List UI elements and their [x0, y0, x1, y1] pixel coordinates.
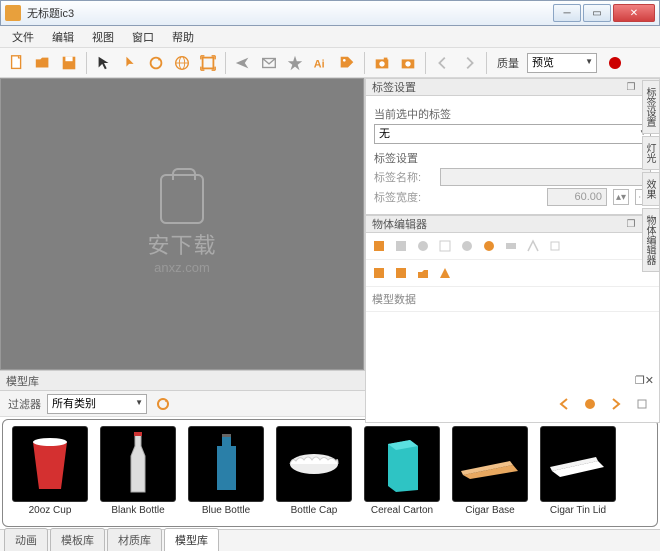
tag-name-input[interactable]	[440, 168, 651, 186]
camera-button[interactable]	[371, 52, 393, 74]
nav-next[interactable]	[606, 394, 626, 414]
rotate-tool[interactable]	[145, 52, 167, 74]
tag-settings-label: 标签设置	[374, 150, 651, 166]
tag-panel-header[interactable]: 标签设置 ❐ ✕	[365, 78, 660, 96]
quality-label: 质量	[497, 55, 519, 71]
nav-prev[interactable]	[554, 394, 574, 414]
ai-button[interactable]: Ai	[310, 52, 332, 74]
window-titlebar: 无标题ic3 ─ ▭ ✕	[0, 0, 660, 26]
tag-panel-title: 标签设置	[372, 79, 416, 95]
back-button[interactable]	[432, 52, 454, 74]
nav-more[interactable]	[632, 394, 652, 414]
pointer-tool[interactable]	[93, 52, 115, 74]
undock-icon[interactable]: ❐	[625, 81, 637, 93]
camera2-button[interactable]	[397, 52, 419, 74]
vtab-obj[interactable]: 物体编辑器	[642, 208, 660, 272]
model-lib-title: 模型库	[6, 373, 39, 389]
menu-window[interactable]: 窗口	[124, 27, 162, 47]
record-indicator[interactable]	[609, 57, 621, 69]
side-panels: 标签设置 ❐ ✕ 当前选中的标签 无 标签设置 标签名称: 标签宽度: ▴▾ ⋯…	[364, 78, 660, 370]
globe-tool[interactable]	[171, 52, 193, 74]
obj-btn-11[interactable]	[392, 264, 410, 282]
tab-template-lib[interactable]: 模板库	[50, 528, 105, 551]
svg-text:Ai: Ai	[314, 58, 325, 70]
new-button[interactable]	[6, 52, 28, 74]
vtab-tag[interactable]: 标签设置	[642, 80, 660, 134]
model-item[interactable]: Blue Bottle	[187, 426, 265, 520]
vtab-light[interactable]: 灯光	[642, 136, 660, 170]
window-title: 无标题ic3	[27, 5, 553, 21]
forward-button[interactable]	[458, 52, 480, 74]
obj-btn-8[interactable]	[524, 237, 542, 255]
obj-btn-7[interactable]	[502, 237, 520, 255]
app-icon	[5, 5, 21, 21]
menubar: 文件 编辑 视图 窗口 帮助	[0, 26, 660, 48]
model-item[interactable]: Blank Bottle	[99, 426, 177, 520]
nav-up[interactable]	[580, 394, 600, 414]
obj-btn-4[interactable]	[436, 237, 454, 255]
obj-btn-5[interactable]	[458, 237, 476, 255]
obj-btn-6[interactable]	[480, 237, 498, 255]
model-item[interactable]: 20oz Cup	[11, 426, 89, 520]
obj-btn-3[interactable]	[414, 237, 432, 255]
watermark: 安下载 anxz.com	[147, 174, 216, 275]
cursor-tool[interactable]	[119, 52, 141, 74]
obj-btn-9[interactable]	[546, 237, 564, 255]
3d-viewport[interactable]: 安下载 anxz.com	[0, 78, 364, 370]
bottom-tabs: 动画 模板库 材质库 模型库	[0, 529, 660, 551]
model-item[interactable]: Cigar Base	[451, 426, 529, 520]
model-item[interactable]: Cigar Tin Lid	[539, 426, 617, 520]
obj-btn-13[interactable]	[436, 264, 454, 282]
current-tag-select[interactable]: 无	[374, 124, 651, 144]
menu-view[interactable]: 视图	[84, 27, 122, 47]
send-button[interactable]	[232, 52, 254, 74]
model-lib-filter-bar: 过滤器 所有类别	[0, 391, 660, 417]
tab-material-lib[interactable]: 材质库	[107, 528, 162, 551]
obj-toolbar-row2	[366, 260, 659, 287]
tag-button[interactable]	[336, 52, 358, 74]
filter-refresh[interactable]	[153, 394, 173, 414]
obj-panel-header[interactable]: 物体编辑器 ❐ ✕	[365, 215, 660, 233]
menu-file[interactable]: 文件	[4, 27, 42, 47]
tab-model-lib[interactable]: 模型库	[164, 528, 219, 551]
tag-width-label: 标签宽度:	[374, 189, 434, 205]
tab-animation[interactable]: 动画	[4, 528, 48, 551]
model-data-label: 模型数据	[366, 287, 659, 312]
close-panel-icon-3[interactable]: ✕	[645, 374, 654, 387]
tag-width-input[interactable]	[547, 188, 607, 206]
obj-btn-10[interactable]	[370, 264, 388, 282]
undock-icon-2[interactable]: ❐	[625, 218, 637, 230]
current-tag-label: 当前选中的标签	[374, 106, 651, 122]
save-button[interactable]	[58, 52, 80, 74]
open-button[interactable]	[32, 52, 54, 74]
obj-btn-2[interactable]	[392, 237, 410, 255]
star-button[interactable]	[284, 52, 306, 74]
width-stepper[interactable]: ▴▾	[613, 189, 629, 205]
obj-toolbar-row1	[366, 233, 659, 260]
undock-icon-3[interactable]: ❐	[635, 374, 645, 387]
menu-edit[interactable]: 编辑	[44, 27, 82, 47]
close-button[interactable]: ✕	[613, 4, 655, 22]
quality-select[interactable]: 预览	[527, 53, 597, 73]
tag-panel-body: 当前选中的标签 无 标签设置 标签名称: 标签宽度: ▴▾ ⋯	[365, 96, 660, 215]
tag-name-label: 标签名称:	[374, 169, 434, 185]
model-item[interactable]: Bottle Cap	[275, 426, 353, 520]
obj-btn-12[interactable]	[414, 264, 432, 282]
mail-button[interactable]	[258, 52, 280, 74]
model-items-strip[interactable]: 20oz Cup Blank Bottle Blue Bottle Bottle…	[2, 419, 658, 527]
model-library: 模型库 ❐ ✕ 过滤器 所有类别 20oz Cup Blank Bottle B…	[0, 370, 660, 527]
model-item[interactable]: Cereal Carton	[363, 426, 441, 520]
minimize-button[interactable]: ─	[553, 4, 581, 22]
filter-label: 过滤器	[8, 396, 41, 412]
main-toolbar: Ai 质量 预览	[0, 48, 660, 78]
menu-help[interactable]: 帮助	[164, 27, 202, 47]
filter-select[interactable]: 所有类别	[47, 394, 147, 414]
obj-btn-1[interactable]	[370, 237, 388, 255]
vtab-effect[interactable]: 效果	[642, 172, 660, 206]
frame-tool[interactable]	[197, 52, 219, 74]
maximize-button[interactable]: ▭	[583, 4, 611, 22]
obj-panel-title: 物体编辑器	[372, 216, 427, 232]
